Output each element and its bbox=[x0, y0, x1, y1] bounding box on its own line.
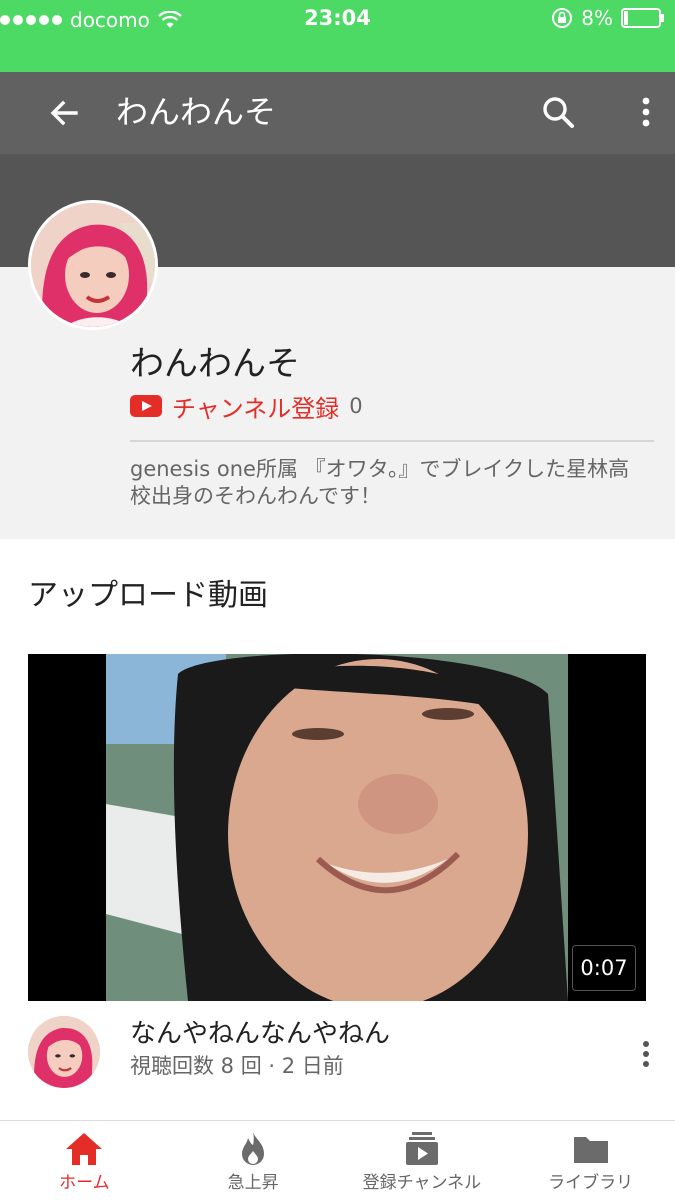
home-icon bbox=[66, 1133, 103, 1165]
youtube-logo-icon bbox=[130, 395, 162, 417]
thumbnail-image bbox=[28, 654, 646, 1001]
subscribe-button[interactable]: チャンネル登録 bbox=[172, 389, 339, 424]
page-title: わんわんそ bbox=[116, 93, 277, 131]
back-arrow-icon[interactable] bbox=[44, 93, 84, 133]
video-meta[interactable]: なんやねんなんやねん 視聴回数 8 回 · 2 日前 bbox=[0, 1010, 675, 1100]
library-folder-icon bbox=[573, 1137, 608, 1163]
nav-label-library: ライブラリ bbox=[548, 1173, 634, 1193]
video-duration-badge: 0:07 bbox=[572, 945, 636, 991]
status-bar: docomo 23:04 8% bbox=[0, 0, 675, 72]
battery-icon bbox=[621, 8, 664, 28]
app-bar: わんわんそ bbox=[0, 72, 675, 154]
bottom-nav: ホーム 急上昇 登録チャンネル ライブラリ bbox=[0, 1120, 675, 1200]
battery-percent: 8% bbox=[581, 6, 613, 30]
more-vert-icon[interactable] bbox=[626, 92, 666, 132]
status-right: 8% bbox=[551, 6, 665, 30]
nav-item-library[interactable]: ライブラリ bbox=[506, 1121, 675, 1200]
nav-item-home[interactable]: ホーム bbox=[0, 1121, 169, 1200]
nav-label-subscriptions: 登録チャンネル bbox=[362, 1173, 482, 1193]
section-title-uploads: アップロード動画 bbox=[28, 578, 268, 613]
video-stats: 視聴回数 8 回 · 2 日前 bbox=[130, 1054, 344, 1078]
search-icon[interactable] bbox=[538, 92, 578, 132]
avatar-portrait-image bbox=[31, 203, 155, 327]
subscriptions-icon bbox=[405, 1132, 438, 1165]
header-divider bbox=[130, 440, 654, 442]
channel-name: わんわんそ bbox=[130, 344, 300, 384]
subscribe-row[interactable]: チャンネル登録 0 bbox=[130, 389, 363, 424]
video-channel-avatar[interactable] bbox=[28, 1016, 100, 1088]
nav-item-trending[interactable]: 急上昇 bbox=[169, 1121, 338, 1200]
rotation-lock-icon bbox=[552, 8, 573, 28]
video-more-vert-icon[interactable] bbox=[626, 1034, 666, 1074]
trending-flame-icon bbox=[242, 1132, 265, 1165]
video-thumbnail[interactable]: 0:07 bbox=[28, 654, 646, 1001]
nav-label-trending: 急上昇 bbox=[227, 1173, 279, 1193]
avatar-portrait-image-small bbox=[28, 1016, 100, 1088]
channel-avatar[interactable] bbox=[28, 200, 158, 330]
video-title[interactable]: なんやねんなんやねん bbox=[130, 1018, 390, 1050]
channel-description: genesis one所属 『オワタ。』でブレイクした星林高校出身のそわんわんで… bbox=[130, 457, 630, 508]
subscriber-count: 0 bbox=[349, 394, 363, 418]
nav-item-subscriptions[interactable]: 登録チャンネル bbox=[338, 1121, 507, 1200]
nav-label-home: ホーム bbox=[59, 1173, 110, 1193]
